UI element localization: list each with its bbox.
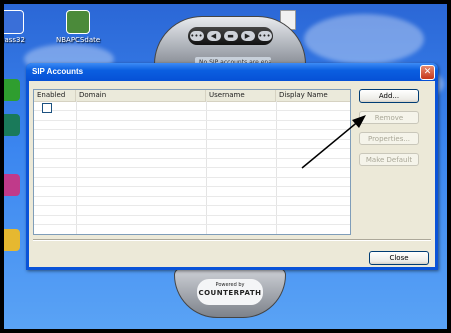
brand-logo: Powered by COUNTERPATH (197, 279, 263, 305)
column-header-domain[interactable]: Domain (76, 90, 206, 101)
brand-powered-by: Powered by (215, 282, 245, 288)
desktop-icon-4[interactable] (4, 79, 20, 101)
table-row[interactable] (34, 187, 350, 197)
back-icon[interactable]: ◀ (206, 31, 221, 41)
app-icon (4, 114, 20, 136)
table-row[interactable] (34, 196, 350, 206)
column-header-enabled[interactable]: Enabled (34, 90, 76, 101)
window-title: SIP Accounts (32, 67, 84, 76)
app-icon (66, 10, 91, 34)
table-row[interactable] (34, 177, 350, 187)
desktop-icon-5[interactable] (4, 114, 20, 136)
enabled-checkbox[interactable] (42, 103, 52, 113)
window-titlebar[interactable]: SIP Accounts ✕ (26, 63, 438, 81)
table-row[interactable] (34, 225, 350, 234)
desktop-icon-label: pass32 (4, 36, 25, 44)
menu-dots-icon[interactable]: ••• (189, 31, 204, 41)
column-header-username[interactable]: Username (206, 90, 276, 101)
forward-icon[interactable]: ▶ (240, 31, 255, 41)
brand-name: COUNTERPATH (198, 289, 262, 297)
app-icon (4, 79, 20, 101)
table-row[interactable] (34, 215, 350, 225)
more-dots-icon[interactable]: ••• (257, 31, 272, 41)
annotation-arrow-icon (301, 115, 366, 169)
app-icon (4, 10, 25, 34)
close-x-icon[interactable]: ✕ (420, 65, 435, 80)
desktop-icon-7[interactable] (4, 229, 20, 251)
close-button[interactable]: Close (369, 251, 429, 265)
desktop-icon-2[interactable]: NBAPCSdate (56, 10, 100, 44)
softphone-bottom: Powered by COUNTERPATH (174, 268, 286, 318)
app-icon (4, 174, 20, 196)
minimize-icon[interactable]: ▬ (223, 31, 238, 41)
add-button[interactable]: Add... (359, 89, 419, 103)
desktop-icon-label: NBAPCSdate (56, 36, 101, 44)
screen: pass32 NBAPCSdate ••• ◀ ▬ ▶ • (0, 0, 451, 333)
window-client: Enabled Domain Username Display Name Add… (29, 81, 435, 267)
desktop-icon-1[interactable]: pass32 (4, 10, 25, 44)
table-row[interactable] (34, 206, 350, 216)
divider (33, 239, 431, 241)
folder-icon (4, 229, 20, 251)
softphone-controls: ••• ◀ ▬ ▶ ••• (188, 27, 273, 45)
column-header-display-name[interactable]: Display Name (276, 90, 350, 101)
desktop-icon-6[interactable] (4, 174, 20, 196)
